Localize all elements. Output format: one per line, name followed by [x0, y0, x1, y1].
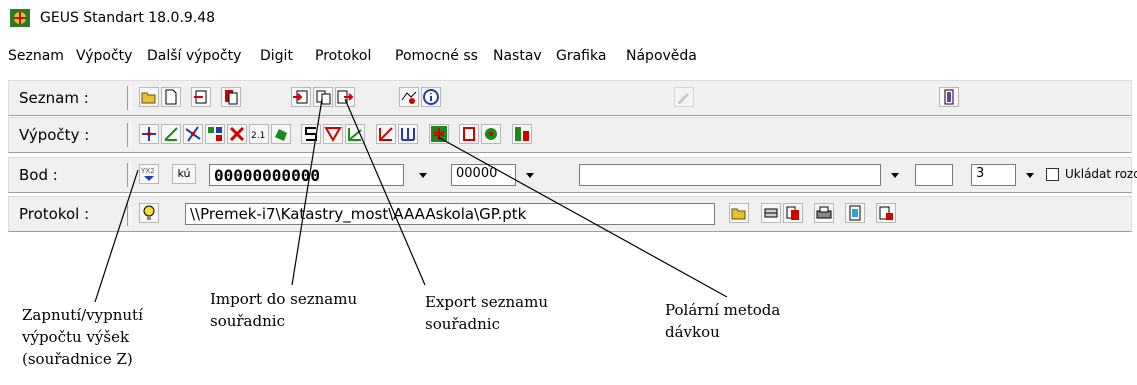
annotation-import: Import do seznamu souřadnic: [210, 290, 358, 330]
annotation-polar-batch: Polární metoda dávkou: [665, 301, 781, 341]
annotation-height-toggle: Zapnutí/vypnutí výpočtu výšek (souřadnic…: [22, 306, 143, 368]
annotation-export: Export seznamu souřadnic: [425, 293, 548, 333]
annotation-leader-lines: [94, 98, 728, 303]
